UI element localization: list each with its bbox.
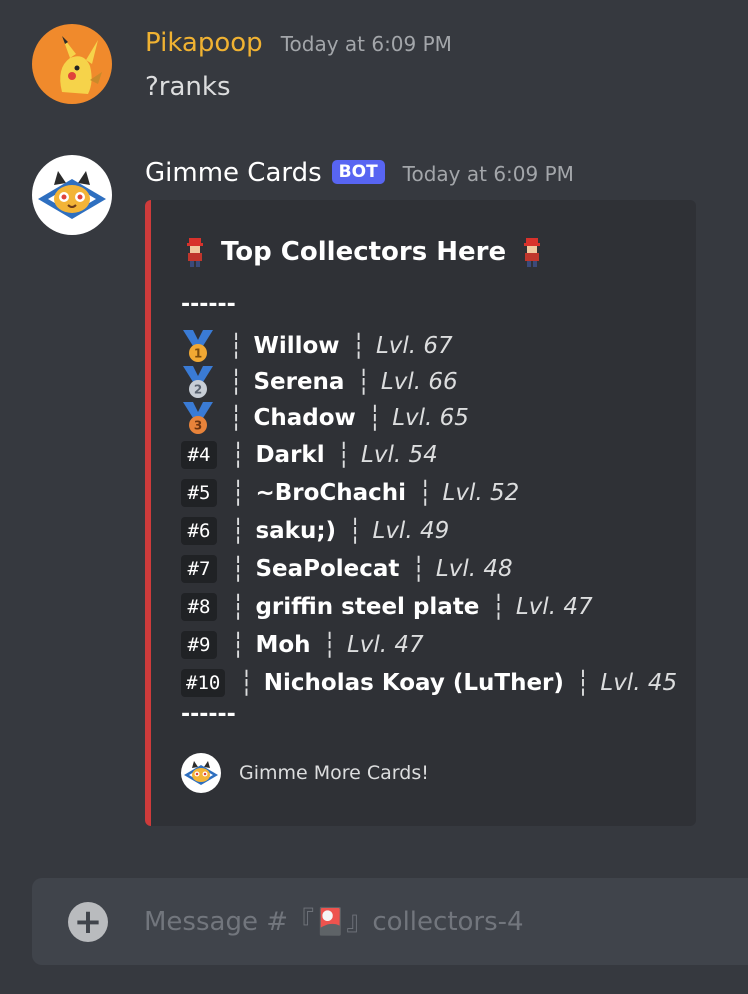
trainer-sprite-icon	[187, 238, 203, 267]
separator: ┆	[367, 404, 383, 432]
collector-name: Chadow	[253, 405, 356, 431]
collector-name: saku;)	[255, 518, 337, 544]
rank-badge: #6	[181, 517, 217, 545]
gold-medal-icon: 1	[183, 330, 213, 362]
separator: ┆	[231, 631, 246, 659]
separator: ┆	[229, 332, 244, 360]
pikachu-avatar[interactable]	[32, 24, 112, 104]
separator: ┆	[356, 368, 371, 396]
collector-level: Lvl. 54	[361, 442, 438, 468]
leaderboard-row: #7 ┆ SeaPolecat ┆ Lvl. 48	[181, 550, 677, 588]
embed-title: Top Collectors Here	[221, 237, 507, 267]
cat-bot-avatar[interactable]	[32, 155, 112, 235]
plus-circle-icon[interactable]: +	[68, 902, 108, 942]
separator: ┆	[231, 555, 246, 583]
separator: ┆	[229, 368, 244, 396]
collector-level: Lvl. 45	[600, 670, 678, 696]
bot-tag: BOT	[331, 160, 385, 184]
collector-level: Lvl. 65	[392, 405, 469, 431]
leaderboard-row: #8 ┆ griffin steel plate ┆ Lvl. 47	[181, 588, 677, 626]
svg-text:1: 1	[194, 347, 202, 361]
separator: ┆	[231, 593, 246, 621]
collector-level: Lvl. 49	[372, 518, 450, 544]
separator: ┆	[348, 517, 363, 545]
rank-badge: #5	[181, 479, 217, 507]
rank-badge: #4	[181, 441, 217, 469]
separator: ┆	[231, 479, 246, 507]
leaderboard-row: #10 ┆ Nicholas Koay (LuTher) ┆ Lvl. 45	[181, 664, 677, 702]
separator: ┆	[231, 441, 246, 469]
message-input[interactable]	[144, 900, 724, 944]
leaderboard-row: 2 ┆ Serena ┆ Lvl. 66	[181, 364, 677, 400]
rank-badge: #7	[181, 555, 217, 583]
collector-level: Lvl. 48	[435, 556, 513, 582]
collector-level: Lvl. 67	[375, 333, 453, 359]
leaderboard-row: 3 ┆ Chadow ┆ Lvl. 65	[181, 400, 677, 436]
cat-bot-footer-icon	[181, 753, 221, 793]
username[interactable]: Pikapoop	[145, 28, 263, 58]
message-content: ?ranks	[145, 72, 231, 102]
timestamp: Today at 6:09 PM	[280, 32, 452, 56]
separator: ┆	[351, 332, 367, 360]
silver-medal-icon: 2	[183, 366, 213, 398]
username[interactable]: Gimme Cards	[145, 158, 322, 188]
collector-name: ~BroChachi	[255, 480, 407, 506]
embed-divider-bottom: ------	[181, 702, 236, 727]
collector-level: Lvl. 66	[380, 369, 458, 395]
embed-divider-top: ------	[181, 292, 236, 317]
leaderboard-row: #6 ┆ saku;) ┆ Lvl. 49	[181, 512, 677, 550]
trainer-sprite-icon	[524, 238, 541, 267]
embed-footer: Gimme More Cards!	[181, 753, 429, 793]
collector-name: Willow	[253, 333, 340, 359]
svg-text:3: 3	[194, 419, 202, 433]
separator: ┆	[418, 479, 433, 507]
embed-footer-text: Gimme More Cards!	[239, 762, 429, 784]
leaderboard-row: 1 ┆ Willow ┆ Lvl. 67	[181, 328, 677, 364]
leaderboard-list: 1 ┆ Willow ┆ Lvl. 67 2 ┆ Serena ┆ Lvl. 6…	[181, 328, 677, 702]
bronze-medal-icon: 3	[183, 402, 213, 434]
separator: ┆	[322, 631, 338, 659]
collector-name: Darkl	[255, 442, 325, 468]
separator: ┆	[239, 669, 254, 697]
collector-name: Nicholas Koay (LuTher)	[263, 670, 564, 696]
collector-level: Lvl. 52	[442, 480, 520, 506]
timestamp: Today at 6:09 PM	[402, 162, 574, 186]
separator: ┆	[411, 555, 426, 583]
separator: ┆	[229, 404, 244, 432]
collector-name: Serena	[253, 369, 345, 395]
collector-name: griffin steel plate	[255, 594, 480, 620]
separator: ┆	[231, 517, 246, 545]
collector-name: SeaPolecat	[255, 556, 400, 582]
leaderboard-row: #5 ┆ ~BroChachi ┆ Lvl. 52	[181, 474, 677, 512]
svg-text:2: 2	[194, 383, 202, 397]
separator: ┆	[336, 441, 352, 469]
message-composer: +	[32, 878, 748, 965]
collector-level: Lvl. 47	[346, 632, 424, 658]
rank-badge: #8	[181, 593, 217, 621]
separator: ┆	[575, 669, 591, 697]
separator: ┆	[491, 593, 506, 621]
leaderboard-row: #9 ┆ Moh ┆ Lvl. 47	[181, 626, 677, 664]
collector-level: Lvl. 47	[515, 594, 593, 620]
leaderboard-row: #4 ┆ Darkl ┆ Lvl. 54	[181, 436, 677, 474]
collector-name: Moh	[255, 632, 311, 658]
rank-badge: #10	[181, 669, 226, 697]
embed-title-row: Top Collectors Here	[181, 236, 546, 268]
rank-embed: Top Collectors Here ------ 1 ┆ Willow ┆ …	[145, 200, 696, 826]
rank-badge: #9	[181, 631, 217, 659]
